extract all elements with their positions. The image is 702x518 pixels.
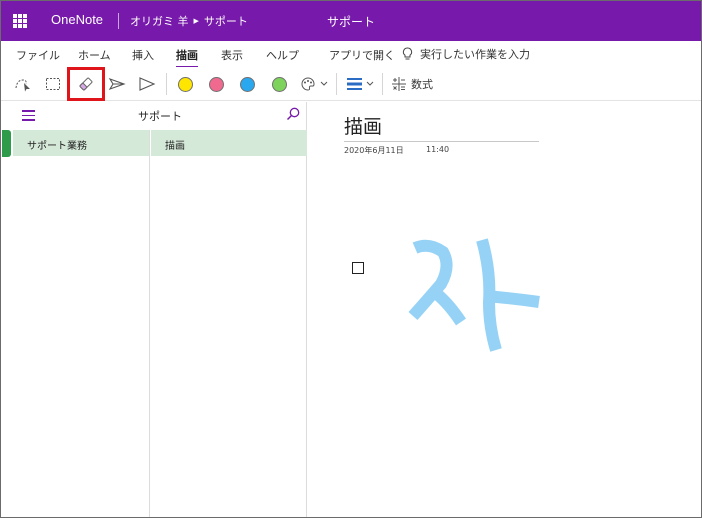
todo-checkbox[interactable] — [352, 262, 364, 274]
app-window: OneNote オリガミ 羊 ▶ サポート サポート ファイル ホーム 挿入 描… — [0, 0, 702, 518]
math-icon — [392, 77, 406, 91]
title-divider — [118, 13, 119, 29]
rectangle-select-icon — [46, 78, 60, 90]
pen-color-blue[interactable] — [237, 72, 257, 96]
lasso-select-icon — [15, 79, 30, 92]
navigation-pane: サポート サポート業務 描画 — [13, 102, 307, 517]
highlighter-icon — [139, 77, 156, 91]
tab-view[interactable]: 表示 — [221, 47, 243, 63]
tab-open-in-app[interactable]: アプリで開く — [329, 47, 395, 63]
yellow-swatch — [177, 76, 193, 92]
page-canvas[interactable]: 描画 2020年6月11日 11:40 — [308, 102, 701, 517]
app-name[interactable]: OneNote — [51, 12, 103, 27]
pink-swatch — [208, 76, 224, 92]
section-list: サポート業務 — [13, 130, 150, 517]
math-button[interactable]: 数式 — [391, 72, 441, 96]
section-item[interactable]: サポート業務 — [13, 130, 149, 156]
tab-draw[interactable]: 描画 — [176, 47, 198, 68]
palette-icon — [301, 77, 328, 91]
eraser-highlight-box — [67, 67, 105, 101]
lasso-select-button[interactable] — [11, 72, 35, 96]
page-item-label: 描画 — [165, 141, 185, 152]
tab-help[interactable]: ヘルプ — [266, 47, 299, 63]
ribbon-tabs: ファイル ホーム 挿入 描画 表示 ヘルプ アプリで開く 実行したい作業を入力 — [1, 41, 701, 68]
draw-toolbar: 数式 — [1, 67, 701, 101]
section-color-tab — [2, 130, 11, 157]
page-date: 2020年6月11日 — [344, 146, 404, 155]
page-time: 11:40 — [426, 145, 450, 154]
pen-color-pink[interactable] — [206, 72, 226, 96]
ink-stroke — [433, 289, 466, 326]
breadcrumb: オリガミ 羊 ▶ サポート — [130, 13, 248, 29]
math-label: 数式 — [411, 78, 433, 91]
toolbar-divider — [166, 73, 167, 95]
page-item[interactable]: 描画 — [151, 130, 307, 156]
page-list: 描画 — [151, 130, 307, 517]
tab-home[interactable]: ホーム — [78, 47, 111, 63]
title-bar: OneNote オリガミ 羊 ▶ サポート サポート — [1, 1, 701, 41]
nav-header: サポート — [13, 102, 307, 128]
pen-color-green[interactable] — [269, 72, 289, 96]
tab-file[interactable]: ファイル — [16, 47, 60, 63]
line-thickness-button[interactable] — [343, 72, 377, 96]
toolbar-divider — [382, 73, 383, 95]
ink-stroke — [484, 290, 540, 308]
highlighter-button[interactable] — [135, 72, 159, 96]
blue-swatch — [239, 76, 255, 92]
pen-button[interactable] — [105, 72, 129, 96]
breadcrumb-notebook[interactable]: オリガミ 羊 — [130, 13, 189, 29]
search-icon[interactable] — [286, 107, 300, 121]
tell-me-text[interactable]: 実行したい作業を入力 — [420, 46, 530, 62]
tab-insert[interactable]: 挿入 — [132, 47, 154, 63]
ink-drawing[interactable] — [403, 232, 543, 357]
tell-me-box[interactable]: 実行したい作業を入力 — [402, 46, 530, 62]
pen-color-yellow[interactable] — [175, 72, 195, 96]
section-item-label: サポート業務 — [27, 141, 87, 152]
toolbar-divider — [336, 73, 337, 95]
nav-title-wrap: サポート — [13, 108, 307, 124]
window-title: サポート — [326, 15, 375, 29]
app-launcher-icon[interactable] — [13, 14, 27, 28]
nav-title: サポート — [138, 110, 182, 123]
breadcrumb-arrow-icon: ▶ — [193, 17, 199, 25]
line-thickness-icon — [347, 78, 374, 90]
green-swatch — [271, 76, 287, 92]
lightbulb-icon — [402, 47, 413, 60]
pen-icon — [108, 77, 126, 91]
hamburger-menu-icon[interactable] — [22, 110, 35, 121]
color-palette-button[interactable] — [299, 72, 331, 96]
rectangle-select-button[interactable] — [41, 72, 65, 96]
window-title-wrap: サポート — [1, 13, 701, 30]
page-title[interactable]: 描画 — [344, 112, 539, 142]
breadcrumb-section[interactable]: サポート — [204, 13, 248, 29]
